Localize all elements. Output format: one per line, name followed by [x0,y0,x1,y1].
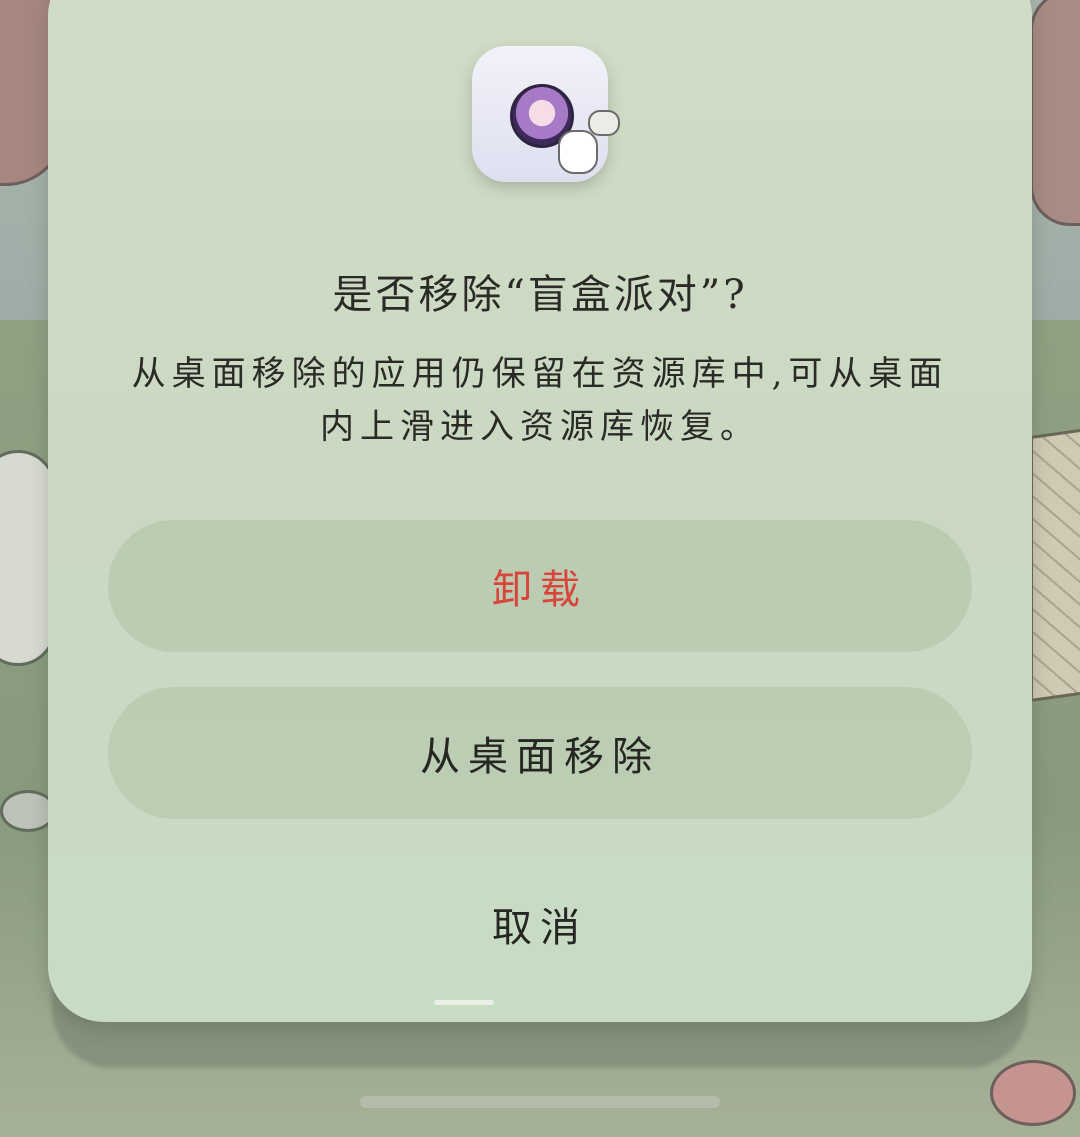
dialog-title: 是否移除“盲盒派对”? [332,272,748,318]
dialog-message: 从桌面移除的应用仍保留在资源库中,可从桌面内上滑进入资源库恢复。 [131,354,949,447]
critter-icon [558,110,620,174]
home-screen: 是否移除“盲盒派对”? 从桌面移除的应用仍保留在资源库中,可从桌面内上滑进入资源… [0,0,1080,1137]
uninstall-button-label: 卸载 [492,567,588,613]
remove-from-desktop-label: 从桌面移除 [420,734,660,780]
uninstall-button[interactable]: 卸载 [108,520,972,652]
cancel-button[interactable]: 取消 [108,858,972,990]
remove-from-desktop-button[interactable]: 从桌面移除 [108,687,972,819]
dialog-grab-bar [434,1000,494,1005]
blind-box-party-app-icon [472,46,620,182]
cancel-button-label: 取消 [492,905,588,951]
